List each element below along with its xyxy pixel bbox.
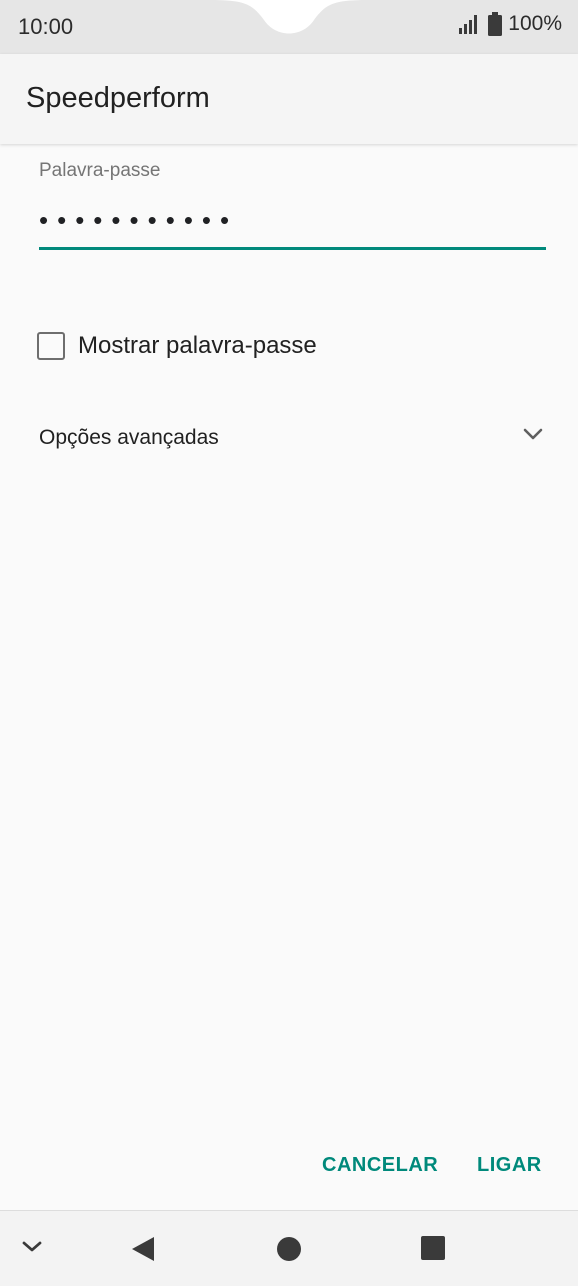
battery-icon — [488, 12, 503, 36]
connect-button[interactable]: LIGAR — [473, 1150, 546, 1181]
show-password-label: Mostrar palavra-passe — [78, 332, 317, 359]
advanced-options-label: Opções avançadas — [39, 426, 219, 449]
back-icon[interactable] — [130, 1235, 156, 1263]
chevron-down-icon[interactable] — [522, 426, 544, 442]
password-label: Palavra-passe — [39, 160, 161, 181]
network-name-title: Speedperform — [26, 82, 210, 114]
status-bar: 10:00 100% — [0, 0, 578, 54]
advanced-options-toggle[interactable]: Opções avançadas — [39, 418, 546, 458]
app-bar: Speedperform — [0, 54, 578, 144]
navigation-bar — [0, 1210, 578, 1286]
home-icon[interactable] — [276, 1236, 302, 1262]
status-icons: 100% — [458, 12, 562, 36]
wifi-password-screen: 10:00 100% Speedperform Palavra-passe ••… — [0, 0, 578, 1286]
signal-icon — [459, 15, 478, 34]
hide-keyboard-icon[interactable] — [20, 1239, 44, 1255]
password-masked-value: ••••••••••• — [39, 205, 239, 235]
show-password-checkbox[interactable] — [37, 332, 65, 360]
show-password-row[interactable]: Mostrar palavra-passe — [37, 331, 317, 361]
recents-icon[interactable] — [421, 1236, 445, 1260]
battery-percent: 100% — [508, 12, 562, 35]
cancel-button[interactable]: CANCELAR — [318, 1150, 442, 1181]
status-time: 10:00 — [18, 14, 74, 39]
